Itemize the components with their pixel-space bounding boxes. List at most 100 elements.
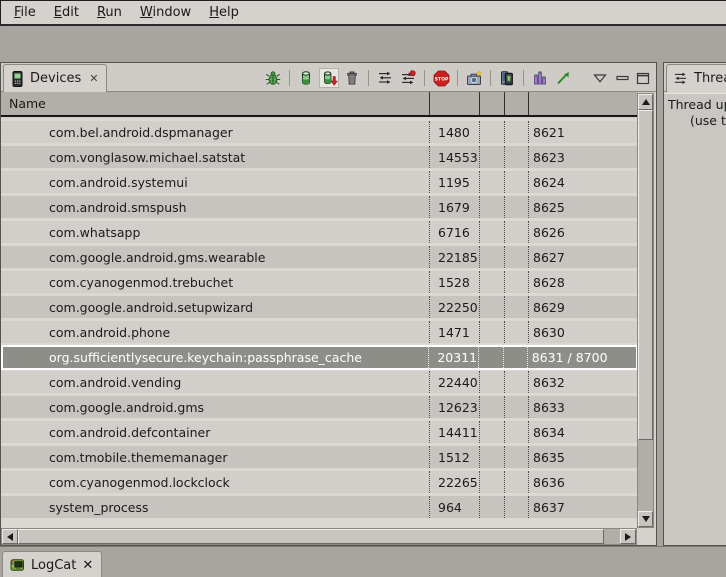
minimize-icon[interactable] <box>613 69 631 87</box>
horizontal-scrollbar-thumb[interactable] <box>18 529 604 544</box>
maximize-icon[interactable] <box>634 69 652 87</box>
process-pid: 14411 <box>429 421 479 443</box>
process-name: com.google.android.gms.wearable <box>1 246 429 268</box>
column-header-3[interactable] <box>479 92 504 115</box>
scroll-right-button[interactable] <box>620 529 636 544</box>
table-row[interactable]: com.android.vending 22440 8632 <box>1 371 638 393</box>
process-name: com.vonglasow.michael.satstat <box>1 146 429 168</box>
cause-gc-trash-icon[interactable] <box>342 68 362 88</box>
process-cell4 <box>504 196 528 218</box>
menu-help[interactable]: Help <box>200 2 248 23</box>
process-port: 8621 <box>528 121 638 143</box>
toolbar-separator <box>424 70 425 86</box>
process-name: com.google.android.gms <box>1 396 429 418</box>
toolbar-separator <box>490 70 491 86</box>
process-name: com.bel.android.dspmanager <box>1 121 429 143</box>
process-pid: 1480 <box>429 121 479 143</box>
stop-process-icon[interactable]: STOP <box>431 68 451 88</box>
table-row[interactable]: org.sufficientlysecure.keychain:passphra… <box>1 345 638 370</box>
table-row[interactable]: com.google.android.setupwizard 22250 862… <box>1 296 638 318</box>
column-header-name[interactable]: Name <box>1 92 429 115</box>
process-cell3 <box>479 471 504 493</box>
menu-edit[interactable]: Edit <box>45 2 88 23</box>
scroll-down-button[interactable] <box>638 511 653 527</box>
table-row[interactable]: com.android.systemui 1195 8624 <box>1 171 638 193</box>
tab-threads-label: Threads <box>694 71 726 86</box>
vertical-scrollbar[interactable] <box>637 93 654 528</box>
scroll-up-button[interactable] <box>638 94 653 110</box>
process-pid: 20311 <box>428 347 478 368</box>
process-cell3 <box>478 347 503 368</box>
logcat-view-strip: LogCat ✕ <box>0 546 726 577</box>
process-pid: 22185 <box>429 246 479 268</box>
device-process-table-body: com.bel.android.dspmanager 1480 8621 com… <box>1 121 638 521</box>
process-cell4 <box>504 446 528 468</box>
threads-icon <box>673 71 688 86</box>
process-port: 8626 <box>528 221 638 243</box>
table-row[interactable]: com.vonglasow.michael.satstat 14553 8623 <box>1 146 638 168</box>
table-row[interactable]: com.google.android.gms 12623 8633 <box>1 396 638 418</box>
table-row[interactable]: system_process 964 8637 <box>1 496 638 518</box>
process-cell3 <box>479 146 504 168</box>
vertical-scrollbar-thumb[interactable] <box>638 110 653 440</box>
tab-devices-label: Devices <box>30 71 81 86</box>
menu-file[interactable]: File <box>5 2 45 23</box>
process-pid: 22250 <box>429 296 479 318</box>
debug-icon[interactable] <box>263 68 283 88</box>
device-process-table: com.bel.android.dspmanager 1480 8621 com… <box>1 119 638 528</box>
horizontal-scrollbar[interactable] <box>1 528 637 545</box>
table-row[interactable]: com.google.android.gms.wearable 22185 86… <box>1 246 638 268</box>
table-row[interactable]: com.cyanogenmod.lockclock 22265 8636 <box>1 471 638 493</box>
column-header-port[interactable] <box>528 92 638 115</box>
view-bars-icon[interactable] <box>530 68 550 88</box>
tab-threads[interactable]: Threads <box>666 64 726 92</box>
scroll-left-button[interactable] <box>2 529 18 544</box>
toolbar-separator <box>289 70 290 86</box>
tab-devices[interactable]: Devices ✕ <box>3 64 107 92</box>
table-row[interactable]: com.android.smspush 1679 8625 <box>1 196 638 218</box>
method-profiling-icon[interactable] <box>398 68 418 88</box>
process-cell3 <box>479 321 504 343</box>
process-name: com.android.systemui <box>1 171 429 193</box>
table-row[interactable]: com.android.phone 1471 8630 <box>1 321 638 343</box>
menu-run[interactable]: Run <box>88 2 131 23</box>
phone-icon <box>10 71 24 87</box>
process-port: 8628 <box>528 271 638 293</box>
process-port: 8629 <box>528 296 638 318</box>
process-port: 8627 <box>528 246 638 268</box>
process-cell4 <box>504 221 528 243</box>
process-name: com.android.defcontainer <box>1 421 429 443</box>
tab-devices-close-icon[interactable]: ✕ <box>87 72 98 85</box>
multi-device-icon[interactable] <box>497 68 517 88</box>
update-heap-icon[interactable] <box>296 68 316 88</box>
process-name: com.android.smspush <box>1 196 429 218</box>
table-row[interactable]: com.android.defcontainer 14411 8634 <box>1 421 638 443</box>
table-row[interactable]: com.whatsapp 6716 8626 <box>1 221 638 243</box>
column-header-pid[interactable] <box>429 92 479 115</box>
threads-view: Threads Thread updates not enabled for s… <box>663 62 726 546</box>
column-header-4[interactable] <box>504 92 528 115</box>
dump-hprof-icon[interactable] <box>319 68 339 88</box>
menu-window[interactable]: Window <box>131 2 200 23</box>
tab-logcat[interactable]: LogCat ✕ <box>2 551 102 577</box>
systrace-icon[interactable] <box>553 68 573 88</box>
process-cell3 <box>479 246 504 268</box>
process-cell3 <box>479 446 504 468</box>
screen-capture-icon[interactable] <box>464 68 484 88</box>
process-cell3 <box>479 496 504 518</box>
process-port: 8636 <box>528 471 638 493</box>
process-name: com.tmobile.thememanager <box>1 446 429 468</box>
process-pid: 964 <box>429 496 479 518</box>
update-threads-icon[interactable] <box>375 68 395 88</box>
threads-tabbar: Threads <box>664 63 726 92</box>
table-row[interactable]: com.tmobile.thememanager 1512 8635 <box>1 446 638 468</box>
process-pid: 22265 <box>429 471 479 493</box>
view-menu-icon[interactable] <box>590 68 610 88</box>
process-cell4 <box>504 321 528 343</box>
table-header: Name <box>1 92 638 117</box>
process-port: 8633 <box>528 396 638 418</box>
process-cell4 <box>504 421 528 443</box>
table-row[interactable]: com.bel.android.dspmanager 1480 8621 <box>1 121 638 143</box>
table-row[interactable]: com.cyanogenmod.trebuchet 1528 8628 <box>1 271 638 293</box>
tab-logcat-close-icon[interactable]: ✕ <box>82 558 93 573</box>
